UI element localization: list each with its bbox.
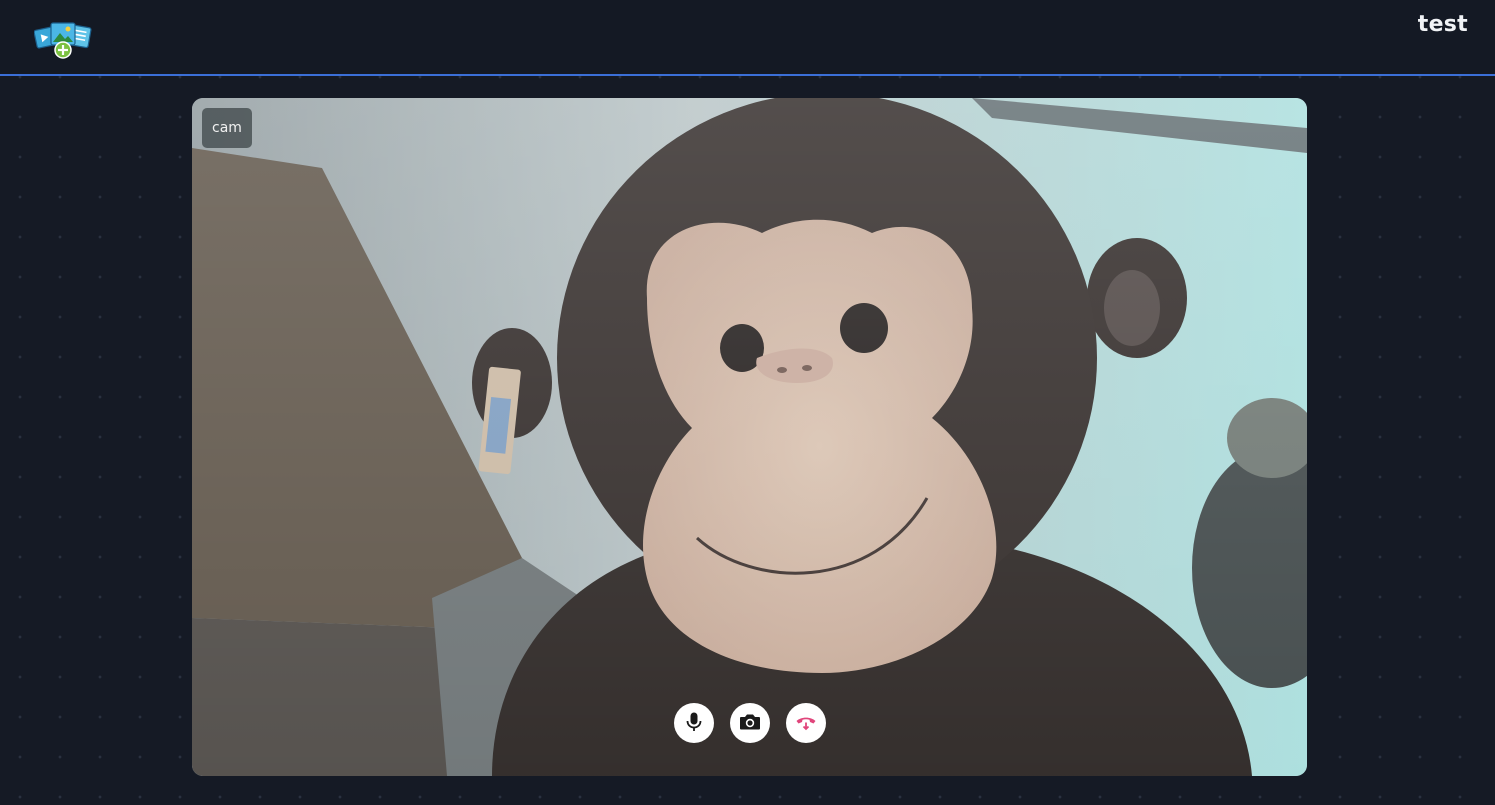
user-name: test [1417,12,1468,37]
hang-up-button[interactable] [786,703,826,743]
camera-icon [739,713,761,734]
video-feed: cam [192,98,1307,776]
microphone-icon [685,712,703,735]
microphone-button[interactable] [674,703,714,743]
top-bar: test [0,0,1495,76]
call-controls [674,703,826,743]
camera-video-frame [192,98,1307,776]
media-gallery-add-icon[interactable] [33,20,92,60]
phone-hangup-icon [795,713,817,734]
participant-label: cam [202,108,252,148]
camera-button[interactable] [730,703,770,743]
